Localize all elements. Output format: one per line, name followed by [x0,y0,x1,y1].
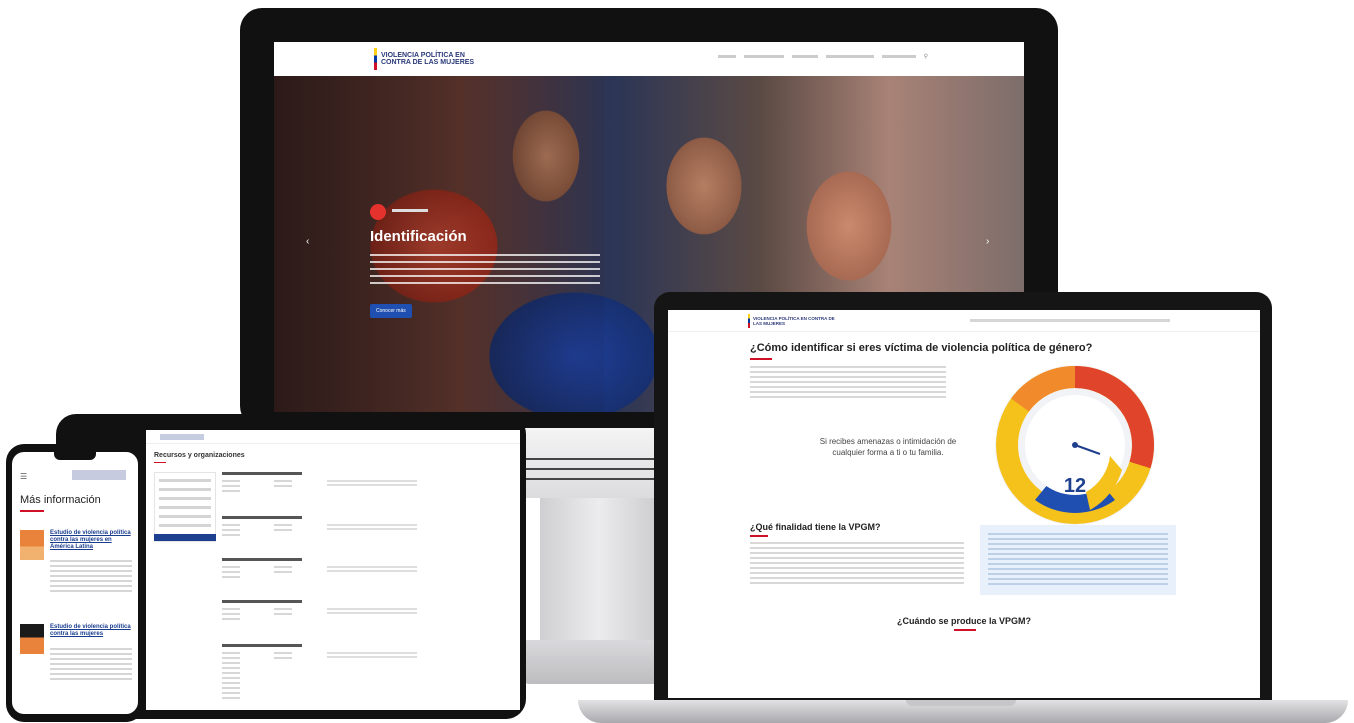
tablet-screen: Recursos y organizaciones [146,430,520,710]
heading-underline [750,535,768,537]
search-icon[interactable]: ⚲ [924,54,928,60]
page-heading: ¿Cómo identificar si eres víctima de vio… [750,342,1093,354]
publication-summary [50,560,132,594]
page-title: Más información [20,494,101,506]
nav-item[interactable] [881,55,916,58]
gauge-pivot [1072,442,1078,448]
risk-gauge: 12 [990,360,1160,530]
table-row[interactable] [222,558,512,592]
nav-item[interactable] [791,55,818,58]
hero-cta-button[interactable]: Conocer más [370,304,412,318]
site-header: VIOLENCIA POLÍTICA EN CONTRA DE LAS MUJE… [274,42,1024,76]
gauge-value: 12 [1064,475,1086,497]
flag-stripe [374,48,377,70]
phone-screen: ☰ Más información Estudio de violencia p… [12,452,138,714]
device-mockup-scene: VIOLENCIA POLÍTICA EN CONTRA DE LAS MUJE… [0,0,1354,723]
heading-underline [954,629,976,631]
site-logo[interactable]: VIOLENCIA POLÍTICA EN CONTRA DE LAS MUJE… [753,316,843,326]
site-logo[interactable] [72,470,126,480]
chevron-right-icon[interactable]: › [986,236,989,247]
phone: ☰ Más información Estudio de violencia p… [6,444,144,722]
main-nav[interactable] [970,319,1170,322]
main-nav: ⚲ [717,54,928,60]
hero-description [370,254,600,284]
publication-link[interactable]: Estudio de violencia política contra las… [50,624,132,638]
filter-submit-button[interactable] [154,534,216,541]
filter-panel[interactable] [154,472,216,542]
nav-item[interactable] [743,55,784,58]
monitor-stand [540,498,670,648]
intro-paragraph [750,366,946,398]
heading-underline [750,358,772,360]
chevron-left-icon[interactable]: ‹ [306,236,309,247]
hamburger-menu-icon[interactable]: ☰ [20,472,27,481]
heading-underline [154,462,166,463]
section-heading: ¿Qué finalidad tiene la VPGM? [750,522,881,532]
nav-item[interactable] [717,55,736,58]
table-row[interactable] [222,516,512,550]
info-callout [980,525,1176,595]
section-heading-2: ¿Cuándo se produce la VPGM? [896,616,1031,626]
site-header: VIOLENCIA POLÍTICA EN CONTRA DE LAS MUJE… [668,310,1260,332]
publication-thumbnail [20,624,44,654]
nav-item[interactable] [825,55,874,58]
heading-underline [20,510,44,512]
publication-summary [50,648,132,682]
site-logo[interactable] [160,433,204,440]
monitor-lower-text [518,458,668,486]
table-row[interactable] [222,472,512,506]
section-paragraph [750,542,964,584]
site-header [146,430,520,444]
laptop: VIOLENCIA POLÍTICA EN CONTRA DE LAS MUJE… [654,292,1272,702]
site-logo[interactable]: VIOLENCIA POLÍTICA EN CONTRA DE LAS MUJE… [381,52,489,66]
hero-title: Identificación [370,228,467,245]
laptop-screen: VIOLENCIA POLÍTICA EN CONTRA DE LAS MUJE… [668,310,1260,698]
laptop-notch [906,700,1016,706]
publication-link[interactable]: Estudio de violencia política contra las… [50,530,132,551]
phone-notch [54,452,96,460]
table-row[interactable] [222,644,512,702]
hero-kicker [392,208,428,214]
threat-quote: Si recibes amenazas o intimidación de cu… [819,437,957,457]
table-row[interactable] [222,600,512,634]
publication-thumbnail [20,530,44,560]
flag-stripe [748,313,750,328]
hero-badge-icon [370,204,386,220]
page-title: Recursos y organizaciones [154,452,245,459]
